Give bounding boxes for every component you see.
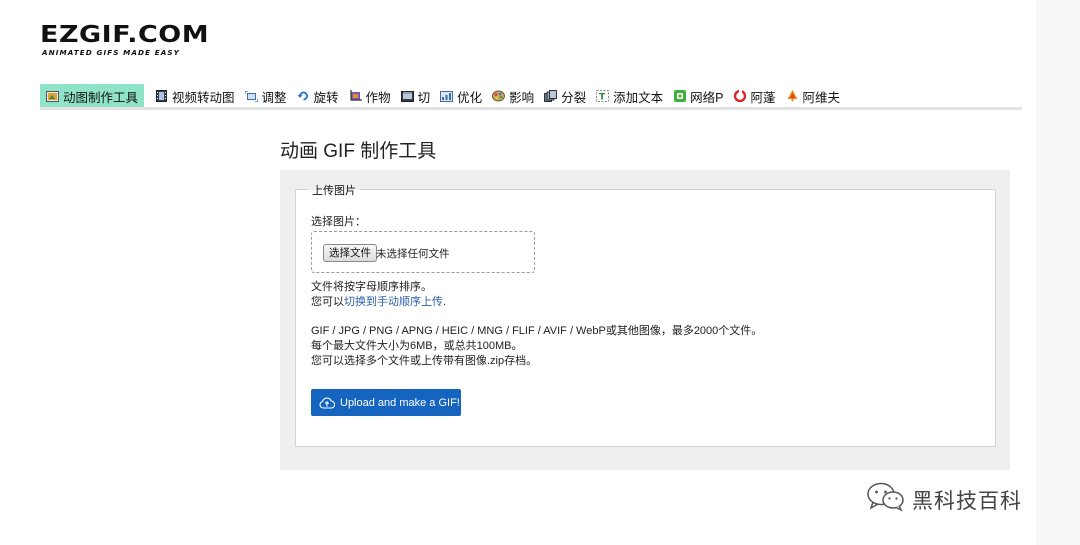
crop-icon (349, 90, 362, 102)
manual-order-link[interactable]: 切换到手动顺序上传 (344, 296, 443, 308)
nav-label: 切 (417, 90, 431, 105)
file-dropzone[interactable]: 选择文件 未选择任何文件 (311, 231, 535, 273)
manual-order-suffix: . (443, 296, 447, 308)
upload-info: GIF / JPG / PNG / APNG / HEIC / MNG / FL… (311, 324, 762, 369)
resize-icon (244, 90, 258, 102)
upload-and-make-gif-button[interactable]: Upload and make a GIF! (311, 389, 461, 416)
logo-tagline: ANIMATED GIFS MADE EASY (42, 48, 180, 57)
nav-item-add-text[interactable]: T 添加文本 (591, 84, 668, 108)
nav-item-avif[interactable]: 阿维夫 (781, 84, 846, 108)
effects-icon (492, 90, 506, 102)
wechat-icon (866, 482, 906, 517)
watermark: 黑科技百科 (866, 482, 1022, 517)
cloud-upload-icon (319, 397, 335, 409)
nav-label: 分裂 (561, 90, 587, 105)
nav-item-effects[interactable]: 影响 (487, 84, 539, 108)
sort-order-note: 文件将按字母顺序排序。 (311, 281, 432, 293)
nav-item-cut[interactable]: 切 (396, 84, 436, 108)
upload-panel: 上传图片 选择图片： 选择文件 未选择任何文件 文件将按字母顺序排序。 您可以切… (280, 170, 1010, 470)
nav-label: 影响 (509, 90, 535, 105)
page-title: 动画 GIF 制作工具 (280, 141, 437, 162)
video-icon (155, 90, 168, 102)
nav-item-resize[interactable]: 调整 (240, 84, 292, 108)
nav-label: 添加文本 (613, 90, 664, 105)
nav-label: 动图制作工具 (63, 90, 139, 105)
choose-file-button[interactable]: 选择文件 (323, 244, 377, 262)
nav-label: 优化 (457, 90, 483, 105)
logo-wordmark: EZGIF.COM (40, 21, 210, 49)
zip-archive-text: 您可以选择多个文件或上传带有图像.zip存档。 (311, 355, 538, 367)
nav-label: 阿蓬 (750, 90, 776, 105)
nav-item-crop[interactable]: 作物 (344, 84, 396, 108)
split-icon (544, 90, 558, 102)
site-logo[interactable]: EZGIF.COM ANIMATED GIFS MADE EASY (40, 21, 210, 57)
supported-formats-text: GIF / JPG / PNG / APNG / HEIC / MNG / FL… (311, 325, 763, 337)
nav-label: 旋转 (313, 90, 339, 105)
webp-icon (673, 90, 686, 102)
upload-fieldset: 上传图片 选择图片： 选择文件 未选择任何文件 文件将按字母顺序排序。 您可以切… (295, 182, 996, 447)
text-icon: T (596, 90, 610, 103)
nav-label: 作物 (365, 90, 391, 105)
main-nav: 动图制作工具 视频转动图 调整 旋转 作物 切 优化 影响 分裂 T 添加文本 … (40, 84, 845, 108)
watermark-text: 黑科技百科 (912, 489, 1022, 513)
no-file-chosen-text: 未选择任何文件 (376, 248, 450, 260)
nav-item-split[interactable]: 分裂 (539, 84, 591, 108)
nav-label: 调整 (261, 90, 287, 105)
film-icon (46, 90, 59, 102)
file-size-limit-text: 每个最大文件大小为6MB，或总共100MB。 (311, 340, 523, 352)
nav-item-video-to-gif[interactable]: 视频转动图 (150, 84, 240, 108)
upload-button-label: Upload and make a GIF! (340, 396, 460, 409)
apng-icon (734, 90, 747, 102)
manual-order-note: 您可以切换到手动顺序上传. (311, 293, 446, 309)
upload-legend: 上传图片 (308, 182, 360, 198)
cut-icon (400, 90, 414, 102)
nav-item-webp[interactable]: 网络P (668, 84, 728, 108)
nav-item-apng[interactable]: 阿蓬 (729, 84, 781, 108)
nav-divider (40, 107, 1022, 110)
optimize-icon (440, 90, 454, 102)
manual-order-prefix: 您可以 (311, 296, 344, 308)
nav-label: 网络P (690, 90, 724, 105)
page-right-margin (1036, 0, 1080, 545)
nav-item-optimize[interactable]: 优化 (435, 84, 487, 108)
nav-label: 阿维夫 (802, 90, 841, 105)
nav-item-gif-maker[interactable]: 动图制作工具 (40, 84, 145, 108)
avif-icon (786, 90, 799, 102)
nav-label: 视频转动图 (172, 90, 235, 105)
nav-item-rotate[interactable]: 旋转 (292, 84, 344, 108)
svg-text:T: T (599, 93, 606, 103)
rotate-icon (297, 90, 310, 102)
choose-images-label: 选择图片： (311, 216, 366, 228)
